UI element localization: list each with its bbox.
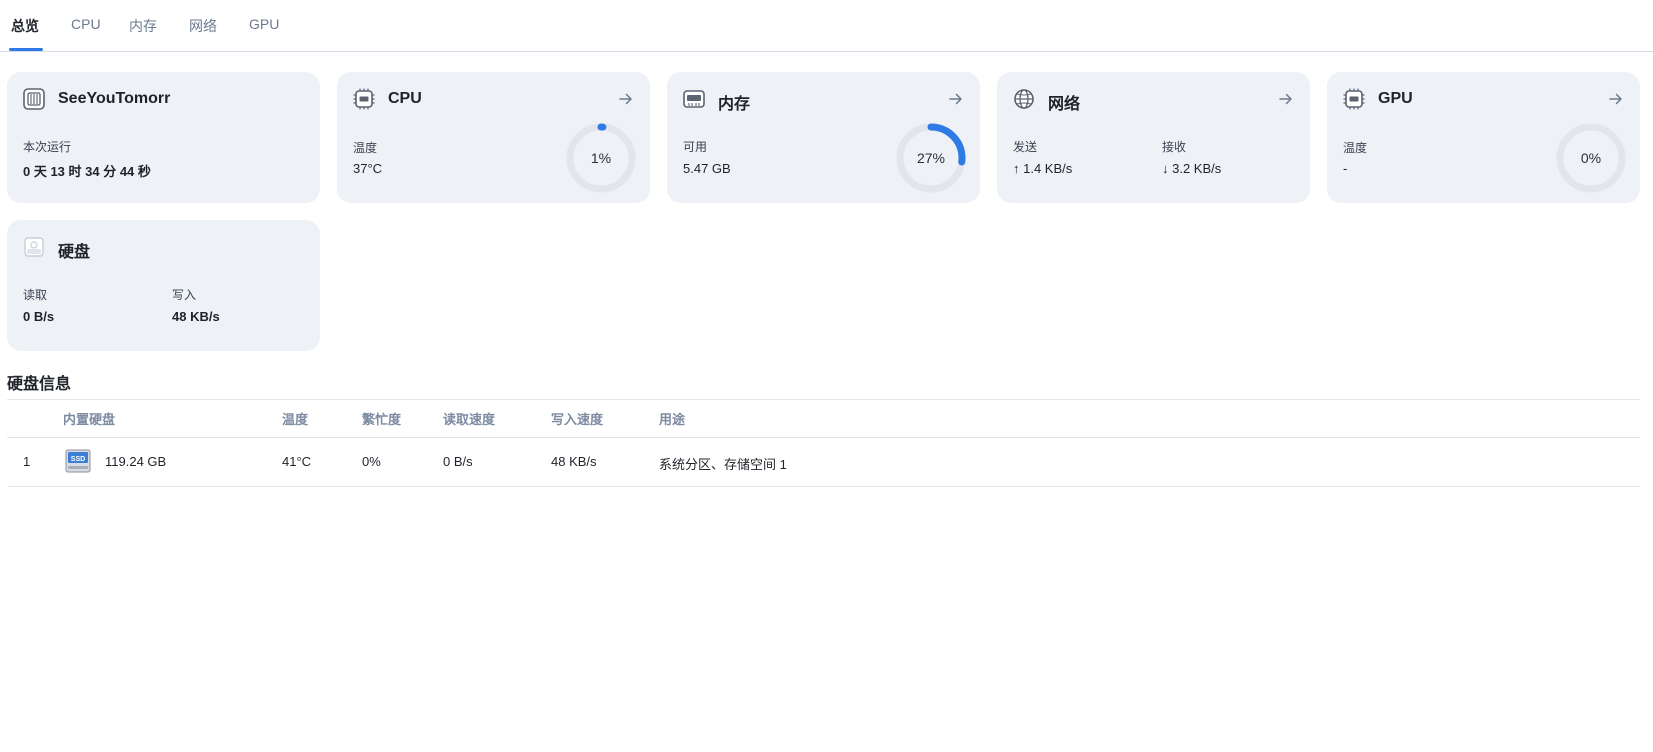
memory-usage-text: 27% — [916, 150, 946, 166]
column-header-write: 写入速度 — [551, 412, 604, 427]
disk-read-speed: 0 B/s — [443, 454, 473, 469]
disk-read-value: 0 B/s — [23, 309, 55, 324]
disk-title: 硬盘 — [58, 244, 91, 261]
disk-usage: 系统分区、存储空间 1 — [659, 457, 787, 472]
host-icon — [23, 88, 45, 110]
uptime-value: 0 天 13 时 34 分 44 秒 — [23, 164, 151, 179]
column-header-temp: 温度 — [282, 412, 309, 427]
cpu-chip-icon — [353, 88, 375, 110]
active-tab-indicator — [9, 48, 43, 51]
network-globe-icon — [1014, 89, 1034, 109]
tab-memory[interactable]: 内存 — [129, 16, 157, 36]
cpu-card[interactable]: CPU 温度 37°C 1% — [337, 72, 650, 203]
ram-icon — [683, 90, 705, 108]
disk-write-speed: 48 KB/s — [551, 454, 597, 469]
tab-bar: 总览 CPU 内存 网络 GPU — [0, 0, 1653, 52]
column-header-busy: 繁忙度 — [362, 412, 402, 427]
cpu-usage-text: 1% — [590, 150, 612, 166]
network-receive-value: ↓ 3.2 KB/s — [1162, 161, 1222, 176]
gpu-temp-value: - — [1343, 161, 1348, 176]
memory-title: 内存 — [718, 96, 751, 113]
disk-read-label: 读取 — [23, 288, 48, 302]
ssd-icon-label: SSD — [71, 456, 85, 463]
hard-disk-icon — [24, 237, 44, 257]
gpu-temp-label: 温度 — [1343, 141, 1368, 155]
gpu-title: GPU — [1378, 90, 1413, 107]
disk-write-value: 48 KB/s — [172, 309, 220, 324]
disk-busy: 0% — [362, 454, 381, 469]
network-receive-label: 接收 — [1162, 140, 1187, 154]
system-card: SeeYouTomorr 本次运行 0 天 13 时 34 分 44 秒 — [7, 72, 320, 203]
table-bottom-divider — [7, 486, 1640, 487]
ssd-drive-icon: SSD — [65, 449, 91, 473]
system-name: SeeYouTomorr — [58, 90, 171, 107]
network-card[interactable]: 网络 发送 ↑ 1.4 KB/s 接收 ↓ 3.2 KB/s — [997, 72, 1310, 203]
tab-cpu[interactable]: CPU — [71, 16, 101, 32]
tab-overview[interactable]: 总览 — [11, 16, 39, 36]
column-header-disk: 内置硬盘 — [63, 412, 116, 427]
arrow-right-icon[interactable] — [948, 91, 964, 107]
row-index: 1 — [23, 454, 31, 469]
memory-available-value: 5.47 GB — [683, 161, 731, 176]
disk-capacity: 119.24 GB — [105, 454, 167, 469]
gpu-card[interactable]: GPU 温度 - 0% — [1327, 72, 1640, 203]
tab-network[interactable]: 网络 — [189, 16, 217, 36]
disk-temp: 41°C — [282, 454, 312, 469]
cpu-temp-label: 温度 — [353, 141, 378, 155]
disk-write-label: 写入 — [172, 288, 197, 302]
arrow-right-icon[interactable] — [618, 91, 634, 107]
column-header-read: 读取速度 — [443, 412, 496, 427]
column-header-usage: 用途 — [659, 412, 686, 427]
table-top-divider — [7, 399, 1640, 400]
memory-available-label: 可用 — [683, 140, 708, 154]
gpu-chip-icon — [1343, 88, 1365, 110]
network-title: 网络 — [1048, 96, 1081, 113]
uptime-label: 本次运行 — [23, 140, 72, 154]
cpu-title: CPU — [388, 90, 422, 107]
disk-info-title: 硬盘信息 — [7, 376, 72, 393]
gpu-usage-text: 0% — [1580, 150, 1602, 166]
disk-card: 硬盘 读取 0 B/s 写入 48 KB/s — [7, 220, 320, 351]
cpu-temp-value: 37°C — [353, 161, 383, 176]
arrow-right-icon[interactable] — [1608, 91, 1624, 107]
tab-gpu[interactable]: GPU — [249, 16, 279, 32]
network-send-label: 发送 — [1013, 140, 1038, 154]
memory-card[interactable]: 内存 可用 5.47 GB 27% — [667, 72, 980, 203]
network-send-value: ↑ 1.4 KB/s — [1013, 161, 1073, 176]
arrow-right-icon[interactable] — [1278, 91, 1294, 107]
table-header-divider — [7, 437, 1640, 438]
